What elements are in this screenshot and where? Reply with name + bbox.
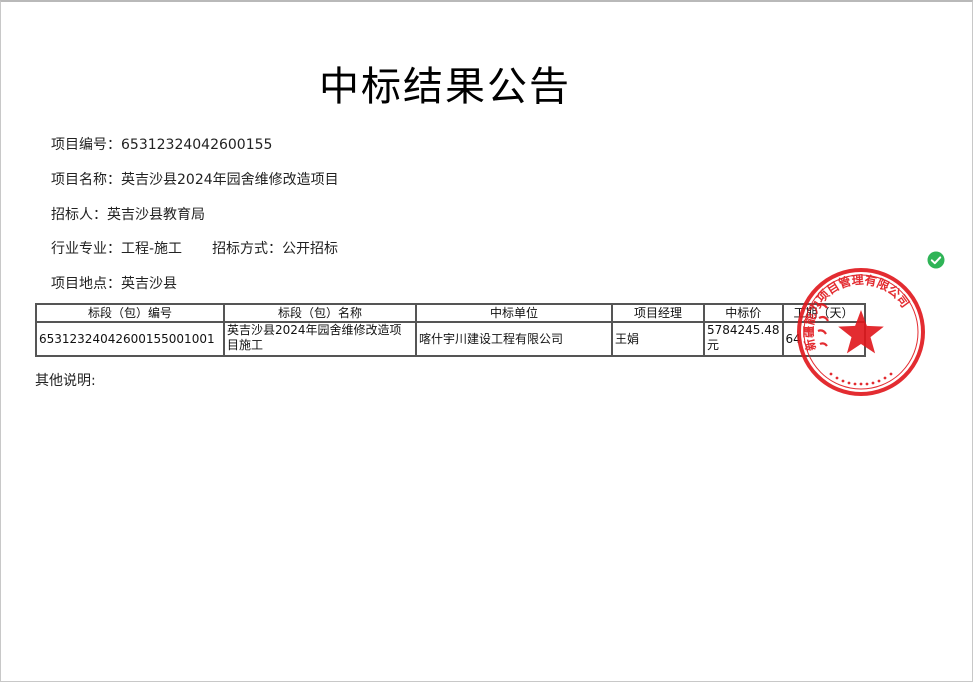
header-lot-name: 标段（包）名称 (223, 303, 417, 323)
project-number-row: 项目编号：65312324042600155 (51, 134, 272, 154)
project-number-value: 65312324042600155 (121, 137, 273, 153)
cell-winner: 喀什宇川建设工程有限公司 (415, 321, 613, 357)
method-label: 招标方式： (212, 241, 283, 257)
tenderer-value: 英吉沙县教育局 (107, 207, 205, 223)
project-name-row: 项目名称：英吉沙县2024年园舍维修改造项目 (51, 169, 339, 189)
industry-method-row: 行业专业：工程-施工 招标方式：公开招标 (51, 238, 338, 258)
header-lot-no: 标段（包）编号 (35, 303, 225, 323)
location-value: 英吉沙县 (121, 276, 177, 292)
header-winner: 中标单位 (415, 303, 613, 323)
header-manager: 项目经理 (611, 303, 705, 323)
other-notes-label: 其他说明: (35, 373, 96, 389)
location-row: 项目地点：英吉沙县 (51, 273, 177, 293)
project-number-label: 项目编号： (51, 137, 121, 153)
header-price: 中标价 (703, 303, 784, 323)
project-name-label: 项目名称： (51, 172, 121, 188)
location-label: 项目地点： (51, 276, 121, 292)
table-header-row: 标段（包）编号 标段（包）名称 中标单位 项目经理 中标价 工期（天） (35, 303, 866, 323)
cell-price: 5784245.48元 (703, 321, 784, 357)
project-name-value: 英吉沙县2024年园舍维修改造项目 (121, 172, 339, 188)
cell-lot-name: 英吉沙县2024年园舍维修改造项目施工 (223, 321, 417, 357)
table-row: 65312324042600155001001 英吉沙县2024年园舍维修改造项… (35, 321, 866, 357)
industry-value: 工程-施工 (121, 241, 183, 257)
industry-label: 行业专业： (51, 241, 121, 257)
company-seal-icon: 新疆能力项目管理有限公司 (795, 266, 925, 396)
cell-manager: 王娟 (611, 321, 705, 357)
page-title: 中标结果公告 (319, 64, 571, 110)
result-table: 标段（包）编号 标段（包）名称 中标单位 项目经理 中标价 工期（天） 6531… (35, 303, 866, 357)
check-circle-icon (927, 251, 945, 269)
method-value: 公开招标 (282, 241, 339, 257)
tenderer-row: 招标人：英吉沙县教育局 (51, 204, 205, 224)
tenderer-label: 招标人： (51, 207, 107, 223)
cell-lot-no: 65312324042600155001001 (35, 321, 225, 357)
